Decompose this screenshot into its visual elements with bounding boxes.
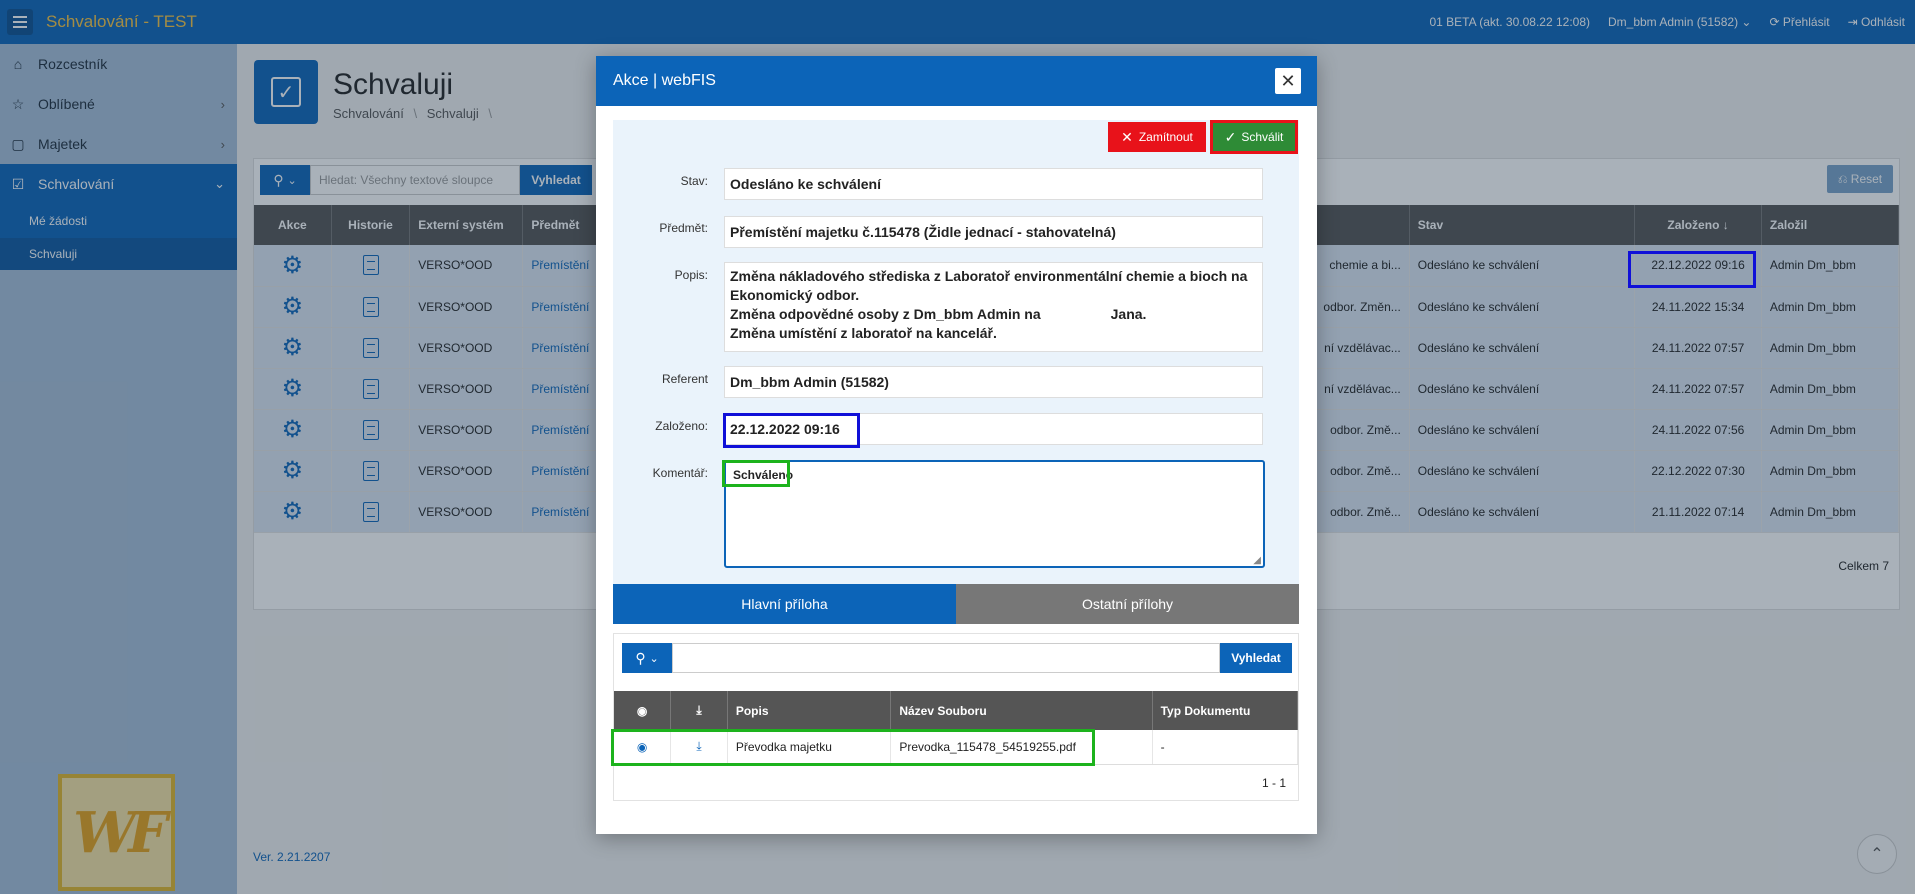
- dialog-header: Akce | webFIS: [596, 56, 1317, 106]
- approve-label: Schválit: [1241, 130, 1284, 144]
- attachment-search-button[interactable]: Vyhledat: [1220, 643, 1292, 673]
- field-predmet: Přemístění majetku č.115478 (Židle jedna…: [724, 216, 1263, 248]
- attachment-search-column-button[interactable]: ⚲ ⌄: [622, 643, 672, 673]
- highlight-zalozeno: [723, 413, 860, 448]
- popis-line: Změna umístění z laboratoř na kancelář.: [730, 325, 997, 341]
- chevron-down-icon: ⌄: [649, 652, 659, 665]
- pagination: 1 - 1: [1261, 776, 1286, 790]
- column-header-nazev[interactable]: Název Souboru: [890, 691, 1153, 730]
- reject-button[interactable]: ✕ Zamítnout: [1108, 122, 1206, 152]
- tab-ostatni-prilohy[interactable]: Ostatní přílohy: [956, 584, 1299, 624]
- x-icon: ✕: [1121, 128, 1133, 145]
- field-referent: Dm_bbm Admin (51582): [724, 366, 1263, 398]
- label-zalozeno: Založeno:: [655, 419, 708, 433]
- tab-hlavni-priloha[interactable]: Hlavní příloha: [613, 584, 956, 624]
- dialog-form: ✕ Zamítnout ✓ Schválit Stav: Odesláno ke s…: [613, 120, 1299, 588]
- dialog-title: Akce | webFIS: [613, 72, 716, 89]
- label-predmet: Předmět:: [659, 221, 708, 235]
- label-komentar: Komentář:: [652, 466, 708, 480]
- eye-icon: ◉: [636, 703, 648, 718]
- label-popis: Popis:: [674, 268, 708, 282]
- attachment-typ: -: [1152, 730, 1299, 765]
- highlight-attachment-row: [611, 729, 1095, 766]
- label-referent: Referent: [661, 372, 708, 386]
- attachments-region: ⚲ ⌄ Vyhledat ◉ ⤓ Popis Název Souboru Typ…: [613, 633, 1299, 801]
- column-header-download[interactable]: ⤓: [670, 691, 728, 730]
- download-icon: ⤓: [696, 703, 702, 717]
- check-icon: ✓: [1224, 128, 1237, 145]
- close-button[interactable]: ✕: [1275, 68, 1301, 94]
- close-icon: ✕: [1280, 70, 1296, 91]
- field-popis: Změna nákladového střediska z Laboratoř …: [724, 262, 1263, 352]
- attachment-search-input[interactable]: [672, 643, 1220, 673]
- popis-line: Změna nákladového střediska z Laboratoř …: [730, 268, 1248, 303]
- column-header-popis[interactable]: Popis: [727, 691, 892, 730]
- highlight-report-date: [1628, 251, 1756, 288]
- column-header-typ[interactable]: Typ Dokumentu: [1152, 691, 1299, 730]
- reject-label: Zamítnout: [1138, 130, 1193, 144]
- resize-handle-icon[interactable]: ◢: [1253, 555, 1261, 566]
- highlight-komentar: [722, 460, 790, 487]
- label-stav: Stav:: [680, 174, 708, 188]
- approve-button[interactable]: ✓ Schválit: [1210, 120, 1298, 154]
- column-header-view[interactable]: ◉: [614, 691, 672, 730]
- search-icon: ⚲: [635, 649, 646, 666]
- popis-line: Změna odpovědné osoby z Dm_bbm Admin na …: [730, 306, 1147, 322]
- comment-textarea[interactable]: Schváleno ◢: [724, 460, 1265, 568]
- field-stav: Odesláno ke schválení: [724, 168, 1263, 200]
- action-dialog: Akce | webFIS ✕ ✕ Zamítnout ✓ Schválit Sta…: [596, 56, 1317, 834]
- attachment-tabs: Hlavní příloha Ostatní přílohy: [613, 584, 1299, 624]
